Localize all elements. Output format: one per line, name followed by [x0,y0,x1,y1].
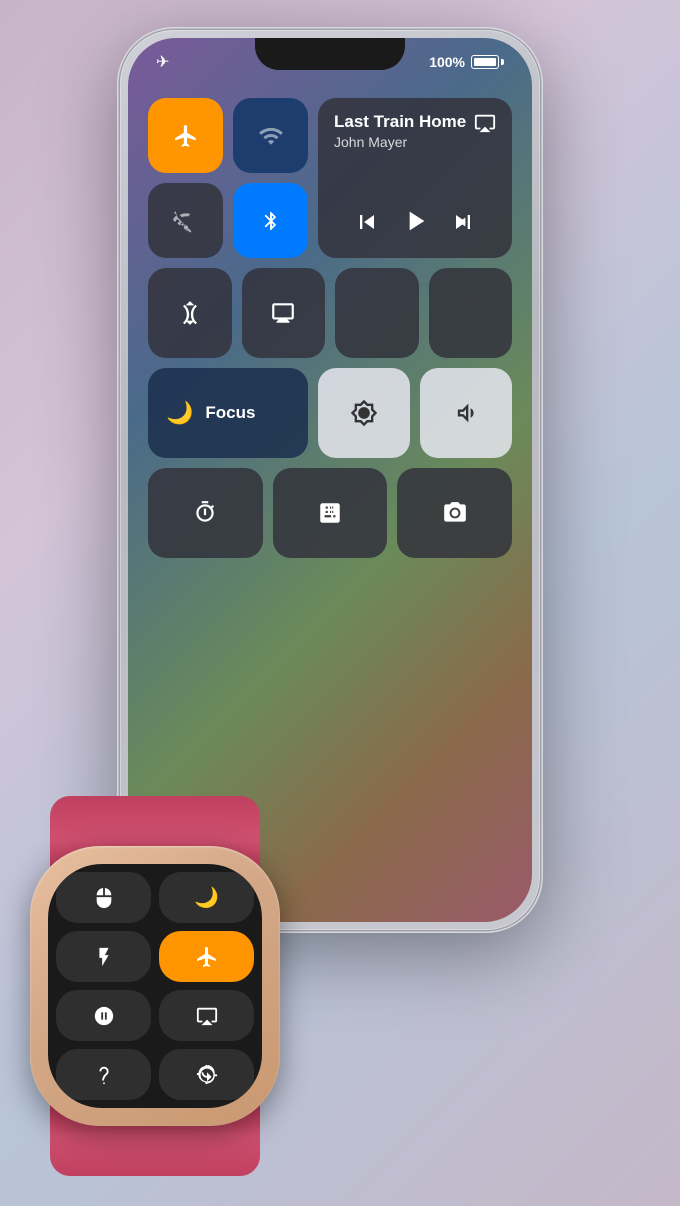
play-icon [399,205,431,237]
watch-screen: 🌙 [48,864,262,1108]
timer-tile[interactable] [148,468,263,558]
watch-water-btn[interactable] [56,990,151,1041]
screen-mirror-icon [270,300,296,326]
music-controls [334,205,496,244]
forward-button[interactable] [449,208,477,242]
music-title: Last Train Home [334,112,466,132]
battery-icon [471,55,504,69]
battery-body [471,55,499,69]
cc-row-3: 🌙 Focus [148,368,512,458]
focus-label: Focus [205,403,255,423]
calculator-icon [317,500,343,526]
watch-haptics-btn[interactable] [159,1049,254,1100]
watch-case: 🌙 [30,846,280,1126]
status-right: 100% [429,54,504,70]
moon-icon: 🌙 [194,885,219,910]
watch-control-center: 🌙 [56,872,254,1100]
music-artist: John Mayer [334,134,466,150]
volume-icon [452,399,480,427]
forward-icon [449,208,477,236]
airplane-mode-tile[interactable] [148,98,223,173]
focus-tile[interactable]: 🌙 Focus [148,368,308,458]
bluetooth-tile[interactable] [233,183,308,258]
cc-row-4 [148,468,512,558]
status-left: ✈ [156,52,169,72]
walkie-talkie-icon [93,887,115,909]
watch-airplay-btn[interactable] [159,990,254,1041]
airplay-icon[interactable] [474,112,496,140]
iphone-device: ✈ 100% [120,30,540,930]
flashlight-icon [93,946,115,968]
screen-mirror-tile[interactable] [242,268,326,358]
music-top: Last Train Home John Mayer [334,112,496,150]
hearing-icon [93,1064,115,1086]
brightness-tile[interactable] [318,368,410,458]
wifi-tile[interactable] [148,183,223,258]
wifi-off-icon [173,208,199,234]
battery-fill [474,58,496,66]
rotation-lock-tile[interactable] [148,268,232,358]
cellular-tile[interactable] [233,98,308,173]
airplay-svg [474,112,496,134]
battery-tip [501,59,504,65]
camera-tile[interactable] [397,468,512,558]
timer-icon [192,500,218,526]
haptics-icon [195,1064,219,1086]
play-button[interactable] [399,205,431,244]
calculator-tile[interactable] [273,468,388,558]
rotation-lock-icon [177,300,203,326]
empty-tile-2[interactable] [429,268,513,358]
battery-percent-label: 100% [429,54,465,70]
control-center: Last Train Home John Mayer [148,98,512,882]
rewind-button[interactable] [353,208,381,242]
airplane-icon [173,123,199,149]
watch-walkie-talkie-btn[interactable] [56,872,151,923]
airplane-icon [195,945,219,969]
volume-tile[interactable] [420,368,512,458]
watch-flashlight-btn[interactable] [56,931,151,982]
scene: ✈ 100% [0,0,680,1206]
music-player-tile[interactable]: Last Train Home John Mayer [318,98,512,258]
bluetooth-icon [260,210,282,232]
rewind-icon [353,208,381,236]
brightness-icon [350,399,378,427]
cellular-icon [258,123,284,149]
status-airplane-icon: ✈ [156,52,169,72]
connectivity-grid [148,98,308,258]
empty-tile-1[interactable] [335,268,419,358]
airplay-icon [196,1005,218,1027]
moon-icon: 🌙 [166,400,193,426]
apple-watch-device: 🌙 [20,826,290,1146]
camera-icon [442,500,468,526]
watch-moon-btn[interactable]: 🌙 [159,872,254,923]
cc-row-2 [148,268,512,358]
cc-row-1: Last Train Home John Mayer [148,98,512,258]
watch-airplane-btn[interactable] [159,931,254,982]
iphone-notch [255,38,405,70]
watch-hearing-btn[interactable] [56,1049,151,1100]
water-icon [93,1005,115,1027]
music-info: Last Train Home John Mayer [334,112,466,150]
iphone-screen: ✈ 100% [128,38,532,922]
